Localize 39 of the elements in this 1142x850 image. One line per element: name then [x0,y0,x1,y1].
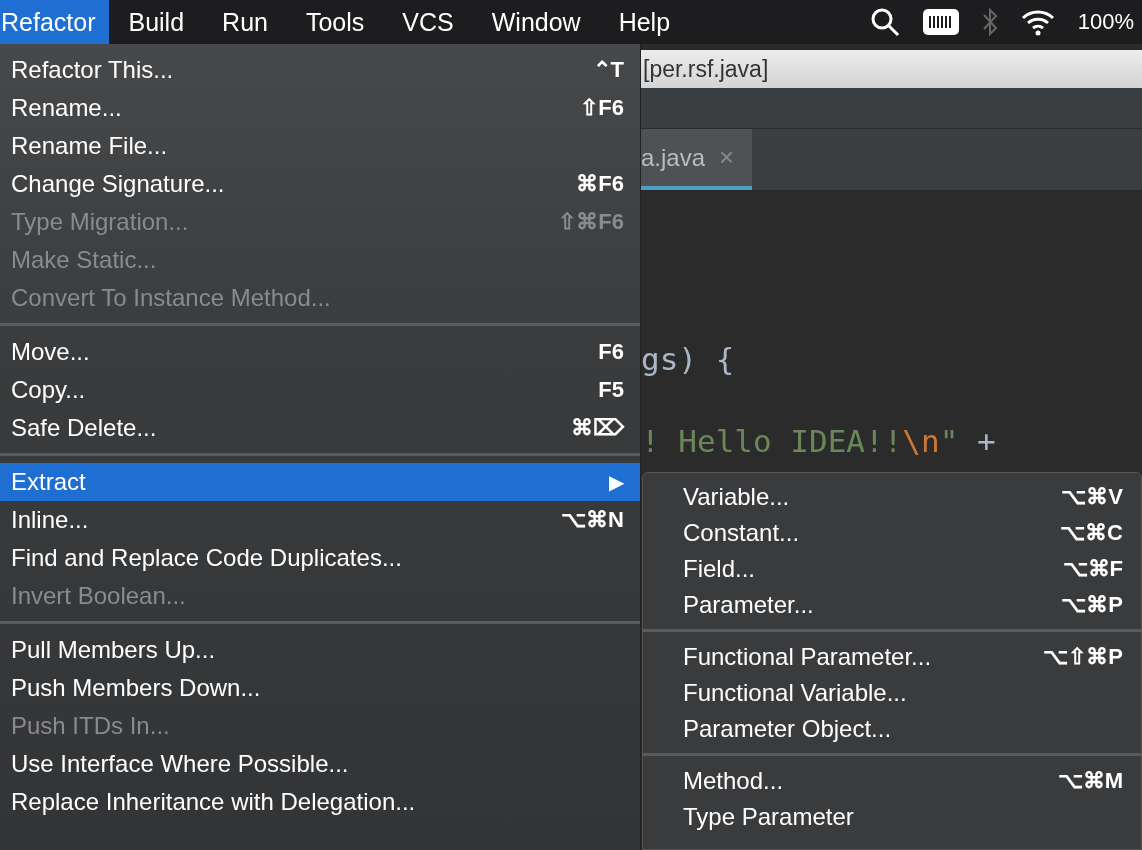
menu-bar-item[interactable]: Tools [286,0,384,44]
menu-item[interactable]: Copy... F5 [0,371,640,409]
menu-item[interactable]: Rename... ⇧F6 [0,89,640,127]
menu-item[interactable]: Find and Replace Code Duplicates... [0,539,640,577]
submenu-item[interactable]: Parameter... ⌥⌘P [643,587,1141,623]
menu-item[interactable]: Rename File... [0,127,640,165]
menu-bar-item[interactable]: Build [109,0,204,44]
menu-item[interactable]: Change Signature... ⌘F6 [0,165,640,203]
menu-bar-item[interactable]: Run [203,0,287,44]
wifi-icon[interactable] [1019,8,1056,36]
search-icon[interactable] [869,7,900,37]
menu-item[interactable]: Push Members Down... [0,669,640,707]
menu-item[interactable]: Replace Inheritance with Delegation... [0,783,640,821]
submenu-item[interactable]: Functional Parameter... ⌥⇧⌘P [643,639,1141,675]
menu-item[interactable]: Pull Members Up... [0,631,640,669]
window-title: [per.rsf.java] [643,55,769,83]
menu-bar-item[interactable]: Window [472,0,600,44]
bluetooth-icon[interactable] [981,7,998,37]
menu-item[interactable]: Inline... ⌥⌘N [0,501,640,539]
submenu-item[interactable]: Functional Variable... [643,675,1141,711]
menu-item[interactable]: Safe Delete... ⌘⌦ [0,409,640,447]
code-line: gs) { [641,341,736,377]
submenu-item[interactable]: Method... ⌥⌘M [643,763,1141,799]
submenu-item[interactable]: Field... ⌥⌘F [643,551,1141,587]
menu-bar-item[interactable]: Help [599,0,690,44]
menu-item[interactable]: Extract ▶ [0,463,640,501]
code-line: ! Hello IDEA!!\n" + [641,423,997,459]
menu-item[interactable]: Use Interface Where Possible... [0,745,640,783]
keyboard-icon[interactable] [921,8,960,36]
submenu-item[interactable]: Type Parameter [643,799,1141,835]
menu-bar-item[interactable]: VCS [383,0,473,44]
menu-item[interactable]: Refactor This... ⌃T [0,51,640,89]
menu-item[interactable]: Move... F6 [0,333,640,371]
submenu-item[interactable]: Constant... ⌥⌘C [643,515,1141,551]
editor-tab[interactable]: a.java × [641,129,753,190]
submenu-item[interactable]: Variable... ⌥⌘V [643,479,1141,515]
battery-percent: 100% [1077,9,1134,35]
menu-bar-item[interactable]: Refactor [0,0,110,44]
submenu-item[interactable]: Parameter Object... [643,711,1141,747]
